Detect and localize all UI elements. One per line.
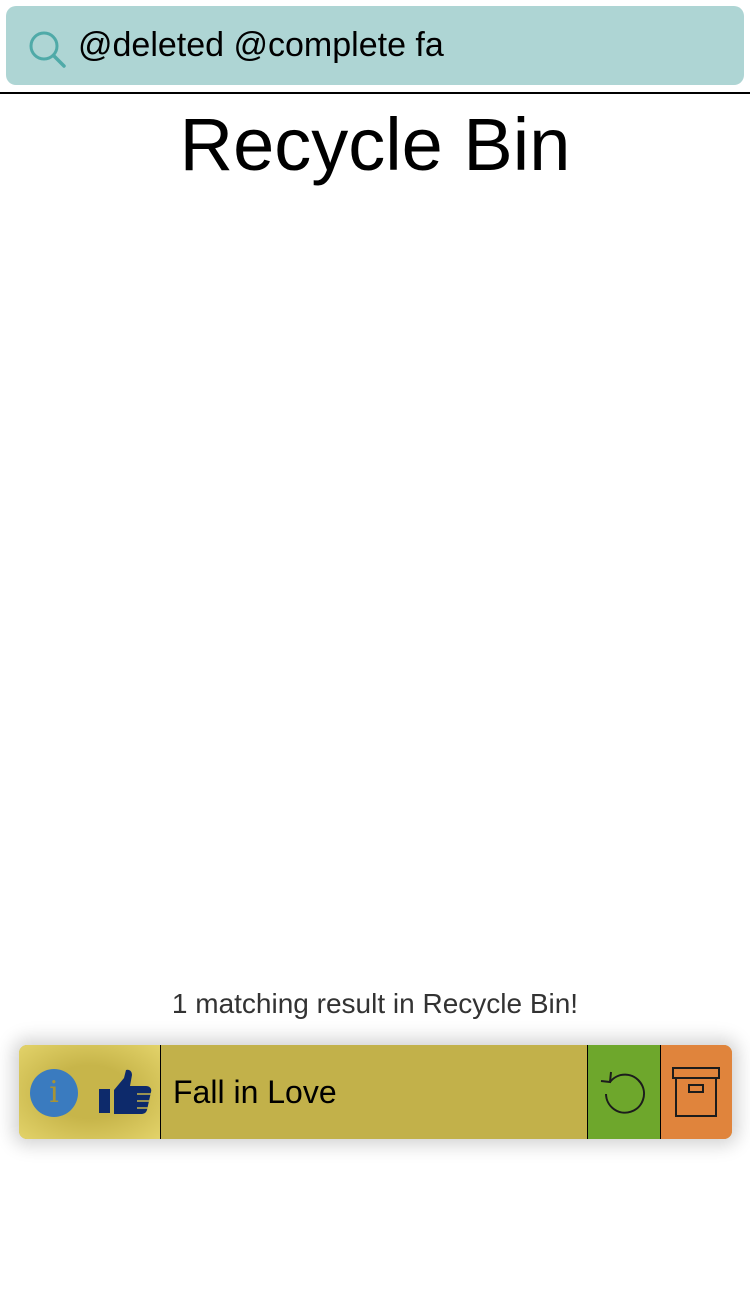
search-bar[interactable] [6,6,744,85]
result-row[interactable]: i Fall in Love [19,1045,732,1139]
search-input[interactable] [78,20,728,70]
info-glyph: i [49,1075,59,1110]
search-icon [28,30,68,70]
info-icon[interactable]: i [30,1069,78,1117]
archive-button[interactable] [661,1045,732,1139]
recycle-bin-screen: Recycle Bin 1 matching result in Recycle… [0,0,750,1294]
page-title: Recycle Bin [179,103,571,186]
header-divider [0,92,750,94]
row-actions-left: i [19,1045,160,1139]
result-count-text: 1 matching result in Recycle Bin! [171,988,579,1019]
row-divider-left [160,1045,161,1139]
restore-button[interactable] [588,1045,660,1139]
thumbs-up-icon[interactable] [97,1069,153,1117]
result-title[interactable]: Fall in Love [173,1072,337,1112]
